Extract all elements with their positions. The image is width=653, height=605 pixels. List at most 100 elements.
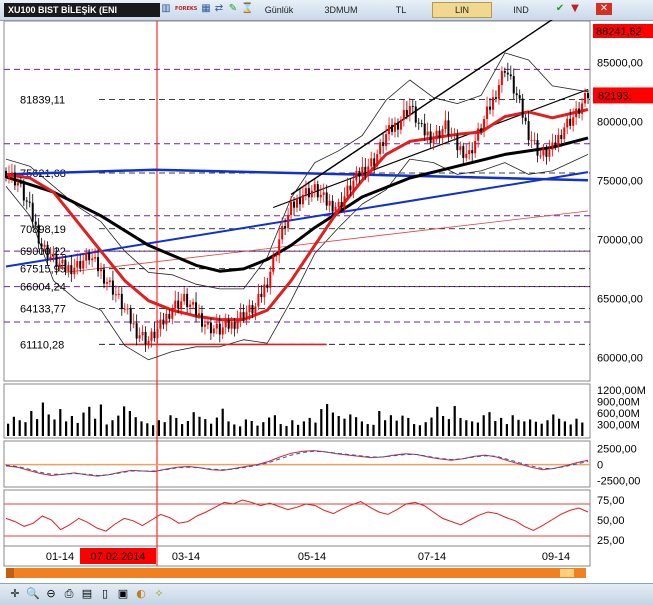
volume-bar xyxy=(59,409,62,436)
palette-icon[interactable]: ◐ xyxy=(134,587,148,601)
level-label: 66004,24 xyxy=(20,282,66,294)
candle-body xyxy=(293,201,296,208)
macd-tick-label: 0 xyxy=(597,460,603,472)
candle-body xyxy=(82,260,85,269)
level-label: 64133,77 xyxy=(20,304,66,316)
volume-bar xyxy=(389,415,392,436)
candle-body xyxy=(423,123,426,136)
volume-bar xyxy=(18,420,21,436)
page-icon[interactable]: ▯ xyxy=(98,587,112,601)
volume-bar xyxy=(186,421,189,436)
candle-body xyxy=(349,185,352,191)
candle-body xyxy=(500,71,503,85)
draw-icon[interactable]: ✎ xyxy=(227,3,239,15)
volume-bar xyxy=(82,412,85,436)
time-scrollbar[interactable] xyxy=(6,568,586,578)
candle-body xyxy=(355,170,358,181)
volume-bar xyxy=(244,419,247,436)
candle-body xyxy=(212,328,215,334)
candle-body xyxy=(408,105,411,116)
check-icon[interactable]: ✔ xyxy=(554,3,566,15)
candle-body xyxy=(245,312,248,320)
candle-body xyxy=(224,320,227,328)
volume-bar xyxy=(302,421,305,436)
candle-body xyxy=(162,319,165,325)
candle-body xyxy=(159,319,162,329)
candle-body xyxy=(25,200,28,202)
volume-bar xyxy=(511,415,514,436)
candle-body xyxy=(100,269,103,272)
candle-body xyxy=(518,95,521,99)
candle-body xyxy=(290,201,293,215)
candle-body xyxy=(168,313,171,319)
candle-body xyxy=(450,135,453,137)
volume-bar xyxy=(407,417,410,436)
button-daily[interactable]: Günlük xyxy=(258,3,300,17)
zoom-icon[interactable]: 🔍 xyxy=(26,587,40,601)
candle-body xyxy=(192,302,195,305)
symbol-title[interactable]: XU100 BIST BİLEŞİK (ENI xyxy=(4,3,160,17)
volume-bar xyxy=(430,417,433,436)
candle-body xyxy=(153,331,156,339)
volume-bar xyxy=(123,406,126,436)
candle-body xyxy=(530,140,533,142)
grid-icon[interactable]: ▦ xyxy=(200,3,212,15)
candle-body xyxy=(278,239,281,256)
crosshair-icon[interactable]: ✛ xyxy=(8,587,22,601)
candle-body xyxy=(399,119,402,130)
volume-bar xyxy=(297,424,300,436)
candle-body xyxy=(144,331,147,345)
candle-body xyxy=(248,305,251,313)
volume-bar xyxy=(215,417,218,436)
candle-body xyxy=(174,300,177,309)
volume-bar xyxy=(233,424,236,436)
zoom-out-icon[interactable]: ⊖ xyxy=(44,587,58,601)
volume-bar xyxy=(546,420,549,436)
chart-icon[interactable]: ▥ xyxy=(160,3,172,15)
candle-body xyxy=(426,131,429,136)
volume-bar xyxy=(447,419,450,436)
volume-bar xyxy=(569,424,572,436)
candle-body xyxy=(52,254,55,257)
save-icon[interactable]: ▤ xyxy=(80,587,94,601)
button-linear[interactable]: LIN xyxy=(432,2,492,18)
candle-body xyxy=(236,320,239,329)
candle-body xyxy=(432,139,435,144)
volume-bar xyxy=(192,412,195,436)
volume-bar xyxy=(343,418,346,436)
button-3dmum[interactable]: 3DMUM xyxy=(318,3,364,17)
chart-canvas[interactable]: 85000,00 80000,00 75000,00 70000,00 65000,00… xyxy=(0,20,653,568)
template-icon[interactable]: ▣ xyxy=(116,587,130,601)
candle-body xyxy=(554,142,557,147)
print-icon[interactable]: ⎙ xyxy=(62,587,76,601)
period-icon[interactable]: ⌛ xyxy=(241,3,253,15)
volume-bar xyxy=(99,404,102,436)
button-indicators[interactable]: IND xyxy=(504,3,538,17)
candle-body xyxy=(373,158,376,166)
rsi-tick-label: 75,00 xyxy=(597,495,625,507)
volume-bar xyxy=(360,421,363,436)
candle-body xyxy=(221,327,224,335)
scroll-left-handle[interactable] xyxy=(6,568,14,578)
candle-body xyxy=(385,134,388,146)
time-tick-label: 03-14 xyxy=(172,551,200,563)
candle-body xyxy=(307,188,310,198)
volume-bar xyxy=(70,416,73,436)
candle-body xyxy=(396,122,399,130)
candle-body xyxy=(19,182,22,184)
candle-body xyxy=(459,146,462,151)
volume-bar xyxy=(291,420,294,436)
candle-body xyxy=(486,106,489,120)
candle-body xyxy=(417,122,420,124)
candle-body xyxy=(494,97,497,99)
candle-body xyxy=(281,226,284,240)
volume-bar xyxy=(331,412,334,436)
close-icon[interactable]: ✕ xyxy=(596,3,612,15)
button-currency[interactable]: TL xyxy=(386,3,416,17)
compare-icon[interactable]: ⇄ xyxy=(213,3,225,15)
candle-body xyxy=(542,148,545,156)
down-arrow-icon[interactable]: ▼ xyxy=(569,3,581,15)
price-tick-label: 70000,00 xyxy=(597,234,643,246)
magic-icon[interactable]: ✧ xyxy=(152,587,166,601)
scroll-thumb[interactable] xyxy=(560,569,574,577)
